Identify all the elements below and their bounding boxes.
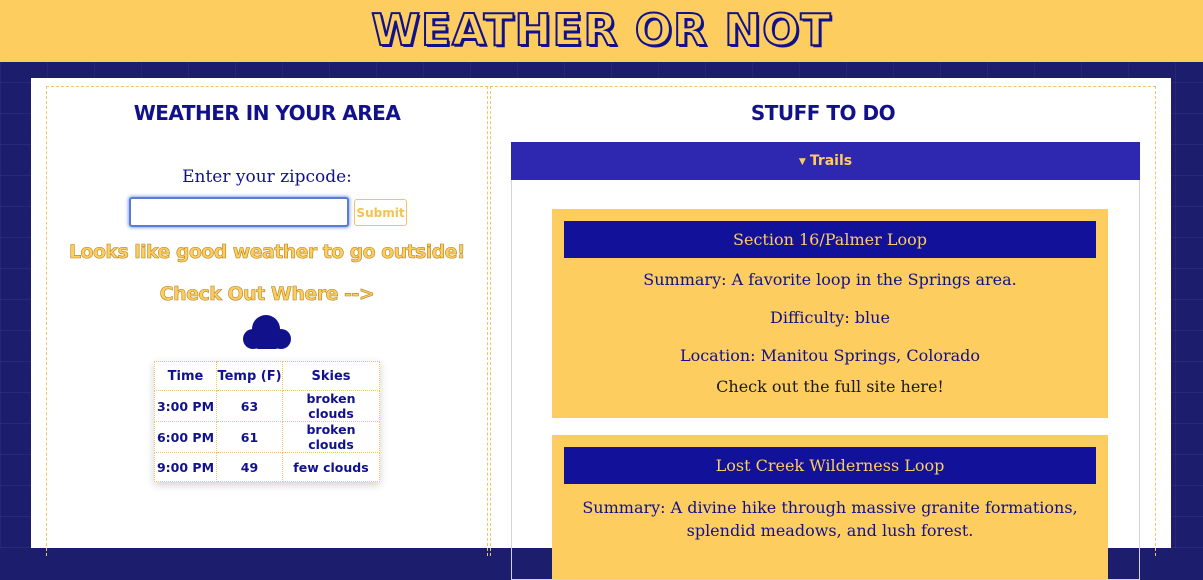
zipcode-form: Submit bbox=[47, 197, 487, 229]
weather-verdict: Looks like good weather to go outside! bbox=[69, 241, 466, 264]
cell-temp: 61 bbox=[216, 421, 283, 453]
submit-button[interactable]: Submit bbox=[354, 199, 407, 226]
site-header: WEATHER OR NOT bbox=[0, 0, 1203, 62]
table-header-row: Time Temp (F) Skies bbox=[154, 361, 380, 391]
weather-panel-title: WEATHER IN YOUR AREA bbox=[133, 101, 401, 125]
column-header-time: Time bbox=[154, 361, 217, 391]
weather-panel: WEATHER IN YOUR AREA Enter your zipcode:… bbox=[46, 86, 488, 556]
table-row: 3:00 PM 63 broken clouds bbox=[154, 390, 380, 422]
trail-name: Section 16/Palmer Loop bbox=[564, 221, 1096, 258]
trail-summary: Summary: A divine hike through massive g… bbox=[582, 498, 1078, 540]
trail-card: Lost Creek Wilderness Loop Summary: A di… bbox=[552, 435, 1108, 579]
zipcode-input[interactable] bbox=[129, 197, 349, 227]
activities-panel-title: STUFF TO DO bbox=[750, 101, 896, 125]
main-container: WEATHER IN YOUR AREA Enter your zipcode:… bbox=[31, 78, 1171, 580]
trail-name: Lost Creek Wilderness Loop bbox=[564, 447, 1096, 484]
trail-summary: Summary: A favorite loop in the Springs … bbox=[643, 270, 1017, 289]
trail-location: Location: Manitou Springs, Colorado bbox=[679, 346, 981, 365]
column-header-skies: Skies bbox=[282, 361, 380, 391]
cell-temp: 49 bbox=[216, 452, 283, 482]
cell-skies: broken clouds bbox=[282, 390, 380, 422]
table-row: 6:00 PM 61 broken clouds bbox=[154, 421, 380, 453]
cell-temp: 63 bbox=[216, 390, 283, 422]
caret-down-icon: ▼ bbox=[798, 157, 806, 167]
activities-panel: STUFF TO DO ▼ Trails Section 16/Palmer Lo… bbox=[490, 86, 1156, 580]
check-out-where-link[interactable]: Check Out Where --> bbox=[47, 283, 487, 306]
cell-skies: few clouds bbox=[282, 452, 380, 482]
trails-accordion-toggle[interactable]: ▼ Trails bbox=[511, 142, 1140, 180]
trail-difficulty: Difficulty: blue bbox=[770, 308, 890, 327]
trail-site-link[interactable]: Check out the full site here! bbox=[716, 377, 944, 396]
trails-accordion-label: Trails bbox=[809, 153, 853, 169]
trails-accordion-body: Section 16/Palmer Loop Summary: A favori… bbox=[511, 180, 1140, 580]
cell-time: 3:00 PM bbox=[154, 390, 217, 422]
cell-time: 6:00 PM bbox=[154, 421, 217, 453]
column-header-temp: Temp (F) bbox=[216, 361, 283, 391]
zipcode-label: Enter your zipcode: bbox=[182, 167, 352, 187]
site-title: WEATHER OR NOT bbox=[370, 4, 832, 57]
table-row: 9:00 PM 49 few clouds bbox=[154, 452, 380, 482]
cell-skies: broken clouds bbox=[282, 421, 380, 453]
cloud-icon bbox=[47, 313, 487, 353]
trail-card: Section 16/Palmer Loop Summary: A favori… bbox=[552, 209, 1108, 418]
forecast-table: Time Temp (F) Skies 3:00 PM 63 broken cl… bbox=[154, 361, 380, 482]
cell-time: 9:00 PM bbox=[154, 452, 217, 482]
